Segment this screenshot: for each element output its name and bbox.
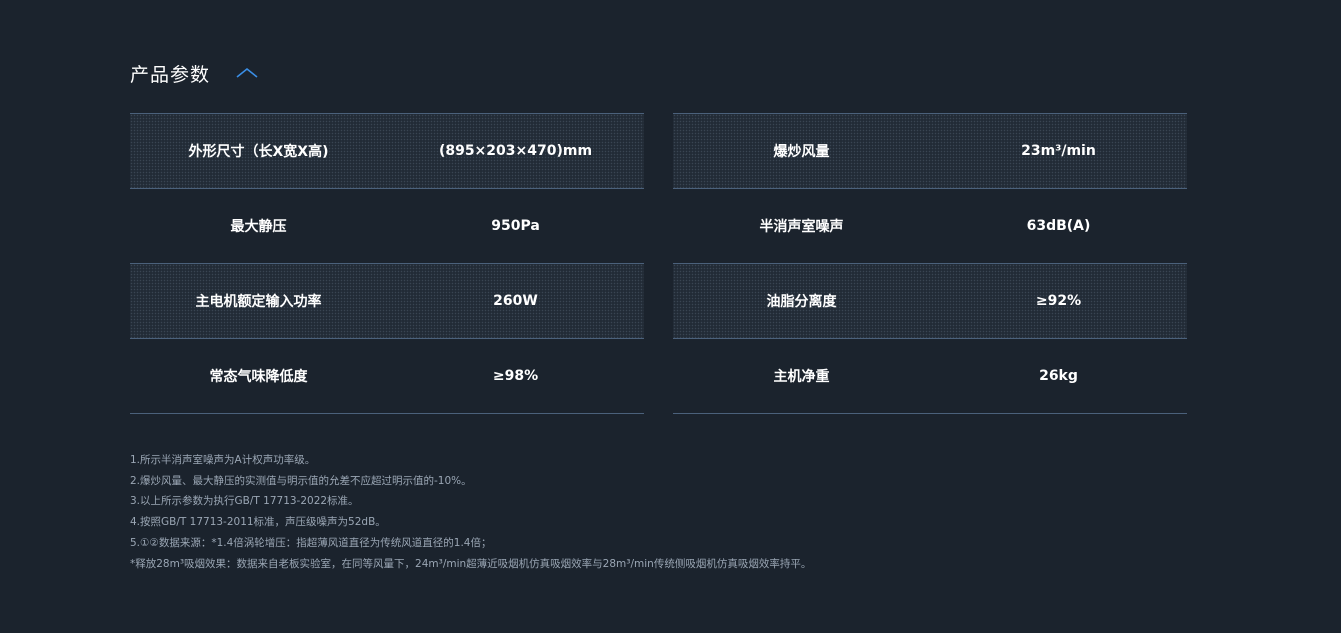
specs-table-left: 外形尺寸（长X宽X高) (895×203×470)mm 最大静压 950Pa 主电机额定…	[130, 113, 644, 414]
spec-value: 950Pa	[491, 218, 540, 234]
spec-value: 63dB(A)	[1026, 218, 1091, 234]
spec-row: 主机净重 26kg	[673, 339, 1187, 414]
spec-row: 常态气味降低度 ≥98%	[130, 339, 644, 414]
spec-label: 主电机额定输入功率	[195, 294, 322, 310]
spec-label: 爆炒风量	[773, 144, 830, 160]
spec-value: 23m³/min	[1021, 143, 1096, 159]
spec-label: 半消声室噪声	[759, 219, 844, 235]
spec-row: 外形尺寸（长X宽X高) (895×203×470)mm	[130, 114, 644, 189]
footnote-item: 2.爆炒风量、最大静压的实测值与明示值的允差不应超过明示值的-10%。	[130, 474, 472, 487]
spec-row: 主电机额定输入功率 260W	[130, 264, 644, 339]
specs-tables: 外形尺寸（长X宽X高) (895×203×470)mm 最大静压 950Pa 主电机额定…	[130, 113, 1187, 414]
section-title: 产品参数	[130, 63, 211, 86]
collapse-button[interactable]	[236, 62, 258, 84]
chevron-up-icon	[236, 67, 258, 78]
spec-value: 260W	[493, 293, 538, 309]
spec-row: 半消声室噪声 63dB(A)	[673, 189, 1187, 264]
footnote-item: 3.以上所示参数为执行GB/T 17713-2022标准。	[130, 495, 359, 508]
footnote-item: 4.按照GB/T 17713-2011标准，声压级噪声为52dB。	[130, 516, 386, 529]
spec-label: 最大静压	[230, 219, 287, 235]
spec-value: ≥98%	[492, 368, 539, 384]
spec-label: 主机净重	[773, 369, 830, 385]
spec-row: 爆炒风量 23m³/min	[673, 114, 1187, 189]
spec-label: 常态气味降低度	[209, 369, 308, 385]
spec-row: 油脂分离度 ≥92%	[673, 264, 1187, 339]
footnote-item: 5.①②数据来源：*1.4倍涡轮增压：指超薄风道直径为传统风道直径的1.4倍；	[130, 536, 492, 549]
footnote-item: *释放28m³吸烟效果：数据来自老板实验室，在同等风量下，24m³/min超薄近…	[130, 557, 812, 570]
specs-table-right: 爆炒风量 23m³/min 半消声室噪声 63dB(A) 油脂分离度 ≥92% 主机净重 26…	[673, 113, 1187, 414]
spec-label: 油脂分离度	[766, 294, 837, 310]
footnote-item: 1.所示半消声室噪声为A计权声功率级。	[130, 454, 316, 466]
spec-row: 最大静压 950Pa	[130, 189, 644, 264]
spec-value: (895×203×470)mm	[438, 143, 593, 159]
footnotes: 1.所示半消声室噪声为A计权声功率级。 2.爆炒风量、最大静压的实测值与明示值的允…	[130, 450, 811, 574]
section-header: 产品参数	[130, 58, 258, 88]
spec-value: 26kg	[1039, 368, 1078, 384]
spec-value: ≥92%	[1035, 293, 1082, 309]
spec-label: 外形尺寸（长X宽X高)	[188, 144, 329, 160]
